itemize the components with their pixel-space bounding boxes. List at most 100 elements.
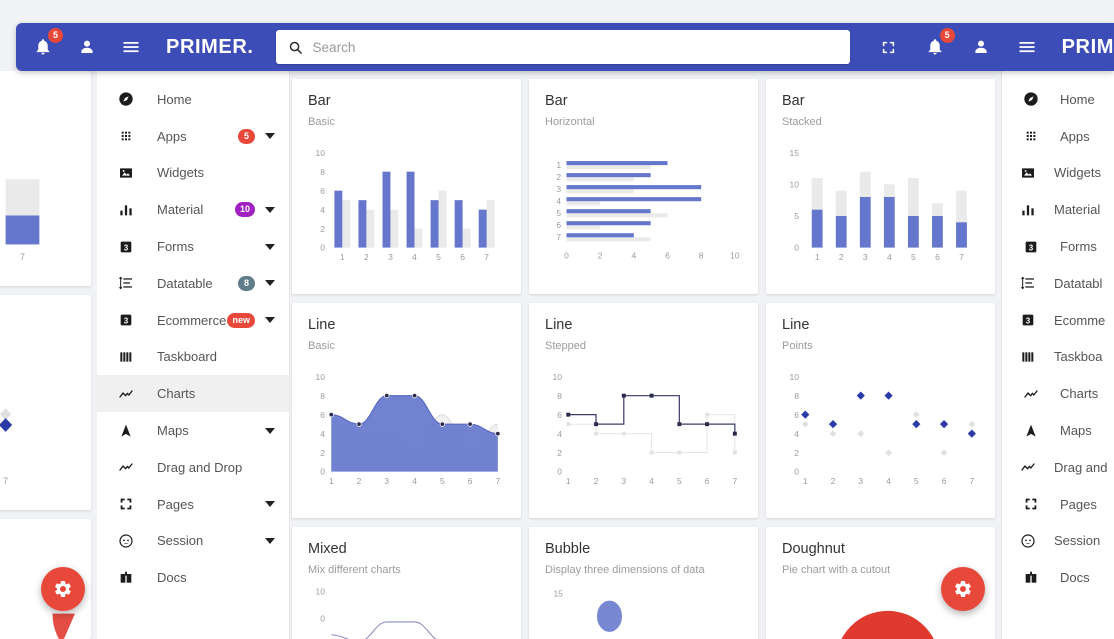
line-chart-icon	[1021, 463, 1035, 472]
expand-icon	[1020, 496, 1042, 512]
svg-text:7: 7	[969, 476, 974, 486]
svg-text:8: 8	[320, 391, 325, 401]
form-icon: 3	[1025, 241, 1037, 252]
sidebar-item-apps[interactable]: Apps	[1002, 118, 1114, 155]
svg-text:4: 4	[320, 205, 325, 215]
line-points-svg: 02468101 2 3 4 5 6 7	[790, 372, 976, 486]
sidebar-item-maps[interactable]: Maps	[1002, 412, 1114, 449]
svg-text:6: 6	[468, 476, 473, 486]
svg-text:6: 6	[320, 186, 325, 196]
grid-dots-icon	[1026, 131, 1036, 141]
sidebar-item-taskboard[interactable]: Taskboard	[97, 339, 289, 376]
svg-text:2: 2	[594, 476, 599, 486]
sidebar-item-charts[interactable]: Charts	[97, 375, 289, 413]
chart-area: 5 10 15 0 1 2 3 4 5 6 7	[782, 136, 979, 284]
fullscreen-button[interactable]	[876, 34, 902, 60]
sidebar-item-home[interactable]: Home	[1002, 81, 1114, 118]
sidebar-item-widgets[interactable]: Widgets	[97, 155, 289, 192]
sidebar-item-label: Drag and	[1054, 459, 1108, 475]
bar-chart-icon	[115, 202, 137, 218]
bar-chart-icon	[1020, 202, 1036, 218]
menu-toggle-button-right[interactable]	[1014, 34, 1040, 60]
sidebar-item-material[interactable]: Material 10	[97, 191, 289, 228]
chevron-down-icon[interactable]	[265, 427, 275, 434]
compass-icon	[1024, 92, 1038, 107]
sidebar-item-material[interactable]: Material	[1002, 191, 1114, 228]
svg-text:5: 5	[436, 252, 441, 262]
sidebar-item-drag-and-drop[interactable]: Drag and Drop	[97, 449, 289, 486]
search-bar[interactable]	[275, 30, 850, 64]
sidebar-item-session[interactable]: Session	[1002, 523, 1114, 560]
image-icon	[1020, 165, 1036, 181]
svg-text:3: 3	[124, 317, 129, 326]
card-title: Line	[0, 309, 75, 325]
chevron-down-icon[interactable]	[265, 133, 275, 140]
chevron-down-icon[interactable]	[265, 317, 275, 324]
svg-text:2: 2	[357, 476, 362, 486]
sidebar-item-ecommerce[interactable]: 3 Ecommerce new	[97, 302, 289, 339]
image-icon	[115, 165, 137, 181]
search-input[interactable]	[312, 39, 838, 55]
card-title: Bubble	[545, 541, 591, 557]
bubble-svg: 15	[553, 589, 623, 632]
sidebar-item-pages[interactable]: Pages	[97, 486, 289, 523]
notification-badge: 5	[939, 28, 955, 43]
sidebar-item-taskboa[interactable]: Taskboa	[1002, 339, 1114, 376]
chevron-down-icon[interactable]	[265, 243, 275, 250]
svg-text:4: 4	[320, 429, 325, 439]
settings-fab-left[interactable]	[41, 567, 85, 611]
svg-text:5: 5	[440, 476, 445, 486]
sidebar-item-session[interactable]: Session	[97, 523, 289, 560]
sidebar-item-charts[interactable]: Charts	[1002, 375, 1114, 412]
menu-toggle-button[interactable]	[118, 34, 144, 60]
bar-stacked-svg: 5 10 15 0 1 2 3 4 5 6 7	[790, 148, 967, 262]
sidebar-item-widgets[interactable]: Widgets	[1002, 155, 1114, 192]
sidebar-item-home[interactable]: Home	[97, 81, 289, 118]
sidebar-item-docs[interactable]: Docs	[1002, 559, 1114, 596]
sidebar-item-maps[interactable]: Maps	[97, 412, 289, 449]
svg-text:6: 6	[320, 410, 325, 420]
card-title: Bar	[0, 85, 75, 101]
chart-area: 0 2 4 6 8 10 1 2 3 4 5 6 7	[545, 360, 742, 508]
sidebar-item-label: Maps	[157, 423, 189, 439]
sidebar-item-pages[interactable]: Pages	[1002, 486, 1114, 523]
line-chart-icon	[119, 390, 133, 398]
settings-fab-right[interactable]	[941, 567, 985, 611]
card-subtitle: Basic	[308, 116, 335, 128]
chevron-down-icon[interactable]	[265, 280, 275, 287]
columns-icon	[1020, 349, 1036, 365]
sidebar-item-ecomme[interactable]: 3 Ecomme	[1002, 302, 1114, 339]
svg-text:0: 0	[320, 243, 325, 253]
navigate-icon	[1026, 424, 1036, 437]
sidebar-item-label: Datatabl	[1054, 275, 1103, 291]
chevron-down-icon[interactable]	[265, 206, 275, 213]
sidebar-item-drag-and[interactable]: Drag and	[1002, 449, 1114, 486]
sidebar-item-datatabl[interactable]: Datatabl	[1002, 265, 1114, 302]
sidebar-item-forms[interactable]: 3 Forms	[97, 228, 289, 265]
navigate-icon	[115, 423, 137, 439]
chevron-down-icon[interactable]	[265, 537, 275, 544]
sidebar-item-label: Docs	[1060, 570, 1090, 586]
chart-area: 0 2 4 6 8 10 1 2 3 4 5 6 7	[782, 360, 979, 508]
sidebar-item-label: Ecomme	[1054, 312, 1106, 328]
chevron-down-icon[interactable]	[265, 501, 275, 508]
svg-text:7: 7	[495, 476, 500, 486]
notifications-button-right[interactable]: 5	[922, 28, 955, 60]
profile-button-right[interactable]	[968, 34, 994, 60]
profile-button[interactable]	[74, 34, 100, 60]
svg-text:3: 3	[863, 252, 868, 262]
sidebar-item-docs[interactable]: Docs	[97, 559, 289, 596]
svg-text:6: 6	[942, 476, 947, 486]
svg-text:6: 6	[557, 410, 562, 420]
notifications-button[interactable]: 5	[30, 28, 63, 60]
user-icon	[974, 40, 987, 53]
svg-text:5: 5	[911, 252, 916, 262]
sidebar-item-label: Home	[1060, 91, 1095, 107]
sidebar-item-forms[interactable]: 3 Forms	[1002, 228, 1114, 265]
svg-text:1: 1	[340, 252, 345, 262]
card-title: Line	[782, 317, 810, 333]
sidebar-item-datatable[interactable]: Datatable 8	[97, 265, 289, 302]
svg-text:15: 15	[790, 148, 800, 158]
line-chart-icon	[1024, 390, 1038, 398]
sidebar-item-apps[interactable]: Apps 5	[97, 118, 289, 155]
